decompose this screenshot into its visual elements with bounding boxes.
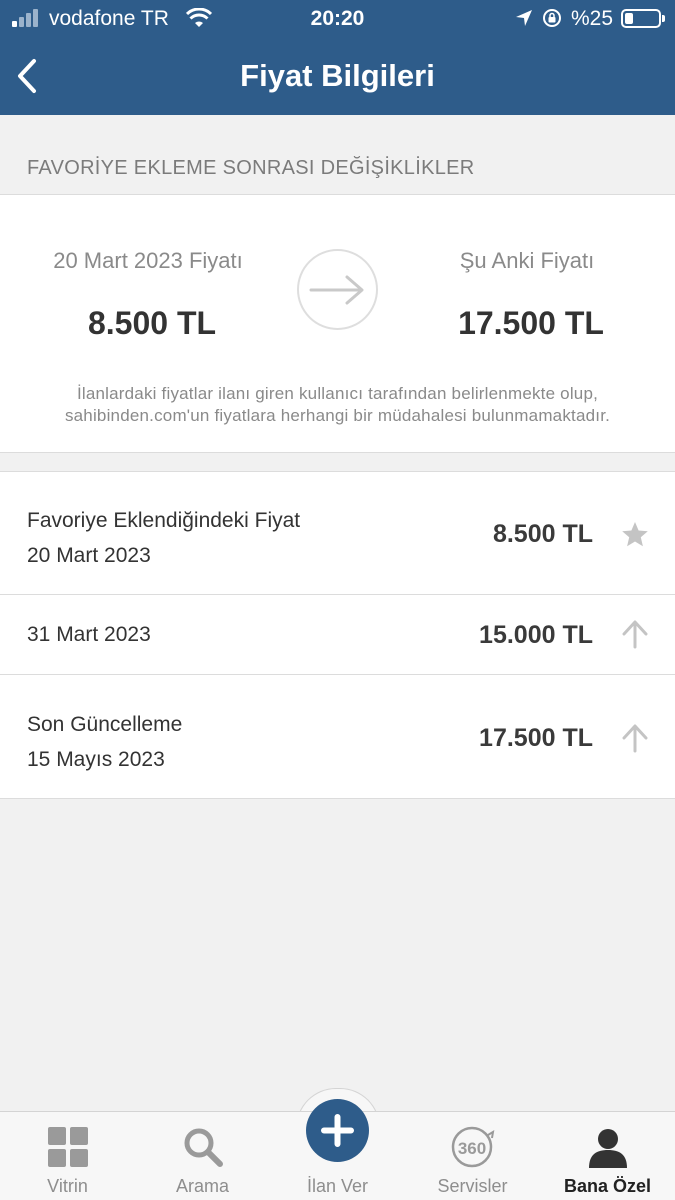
current-price-value: 17.500 TL (458, 305, 604, 341)
top-bar: vodafone TR 20:20 %25 Fiyat Bilgileri (0, 0, 675, 115)
section-header: FAVORİYE EKLEME SONRASI DEĞİŞİKLİKLER (27, 157, 475, 179)
plus-icon (321, 1114, 354, 1147)
battery-level (625, 13, 633, 24)
rotation-lock-icon (543, 9, 561, 27)
old-price-value: 8.500 TL (87, 305, 217, 341)
tab-arama[interactable]: Arama (135, 1112, 270, 1200)
tab-label: Arama (175, 1176, 229, 1196)
arrow-up-icon (622, 620, 648, 649)
list-item: Favoriye Eklendiğindeki Fiyat 20 Mart 20… (0, 472, 675, 595)
history-item-date: 15 Mayıs 2023 (27, 748, 165, 771)
tab-label: Servisler (437, 1176, 508, 1196)
search-icon (184, 1128, 223, 1167)
arrow-right-icon (297, 249, 378, 330)
arrow-up-icon (622, 724, 648, 753)
grid-icon (48, 1127, 88, 1167)
tab-bana-ozel[interactable]: Bana Özel (540, 1112, 675, 1200)
price-history-list: Favoriye Eklendiğindeki Fiyat 20 Mart 20… (0, 471, 675, 799)
price-comparison-card: 20 Mart 2023 Fiyatı 8.500 TL Şu Anki Fiy… (0, 194, 675, 453)
history-item-title: Son Güncelleme (27, 713, 183, 736)
star-icon (622, 522, 648, 547)
current-price-label: Şu Anki Fiyatı (459, 248, 595, 273)
list-item: 31 Mart 2023 15.000 TL (0, 595, 675, 675)
price-disclaimer: İlanlardaki fiyatlar ilanı giren kullanı… (64, 384, 611, 425)
history-item-date: 20 Mart 2023 (27, 544, 151, 567)
360-icon: 360 (451, 1126, 495, 1168)
user-icon (589, 1129, 627, 1168)
history-item-date: 31 Mart 2023 (27, 623, 151, 646)
history-item-price: 15.000 TL (479, 621, 593, 649)
tab-label: İlan Ver (306, 1176, 369, 1196)
status-bar: vodafone TR 20:20 %25 (0, 0, 675, 38)
history-item-price: 17.500 TL (479, 724, 593, 752)
list-item: Son Güncelleme 15 Mayıs 2023 17.500 TL (0, 675, 675, 799)
tab-label: Bana Özel (563, 1176, 652, 1196)
old-price-label: 20 Mart 2023 Fiyatı (53, 248, 243, 273)
history-item-price: 8.500 TL (492, 520, 593, 548)
history-item-title: Favoriye Eklendiğindeki Fiyat (27, 509, 301, 532)
tab-label: Vitrin (47, 1176, 88, 1196)
tab-vitrin[interactable]: Vitrin (0, 1112, 135, 1200)
tab-servisler[interactable]: 360 Servisler (405, 1112, 540, 1200)
location-icon (516, 10, 532, 26)
battery-percent: %25 (571, 7, 614, 30)
add-listing-button[interactable] (306, 1099, 369, 1162)
svg-text:360: 360 (458, 1139, 486, 1158)
battery-icon (621, 9, 665, 28)
page-title: Fiyat Bilgileri (240, 58, 435, 93)
